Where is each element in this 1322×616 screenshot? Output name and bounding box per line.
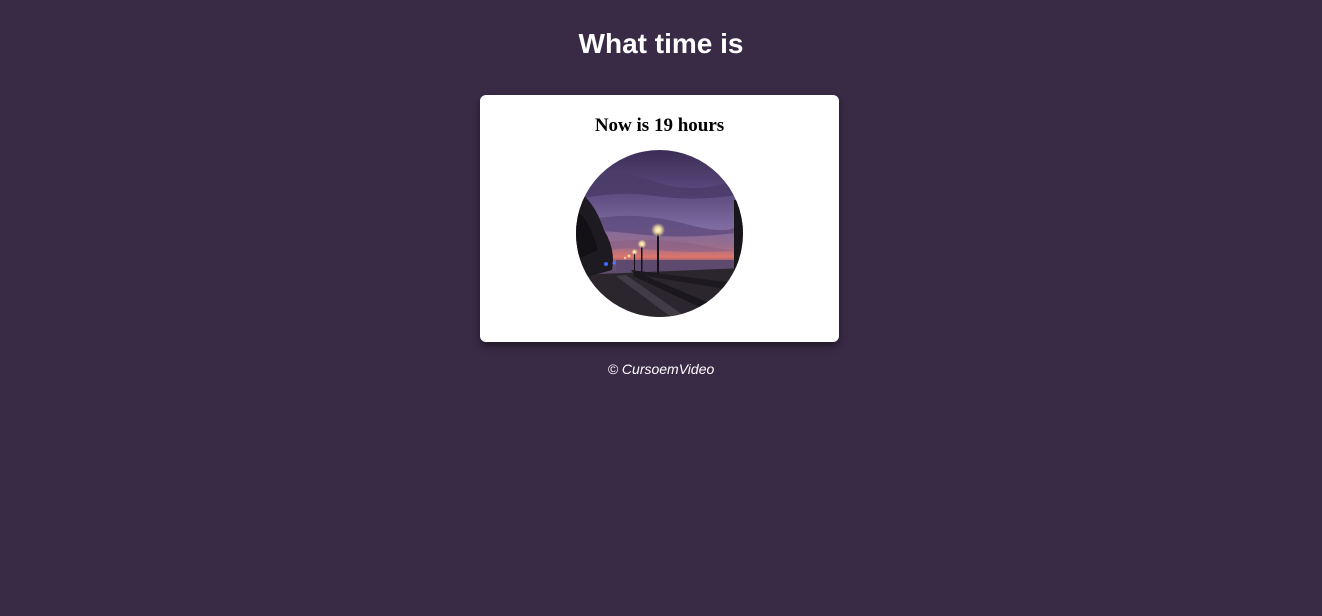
time-message: Now is 19 hours	[594, 115, 725, 136]
night-photo	[576, 150, 743, 317]
copyright-footer: © CursoemVideo	[607, 361, 715, 377]
page-title: What time is	[578, 28, 744, 59]
time-card: Now is 19 hours	[480, 95, 839, 342]
